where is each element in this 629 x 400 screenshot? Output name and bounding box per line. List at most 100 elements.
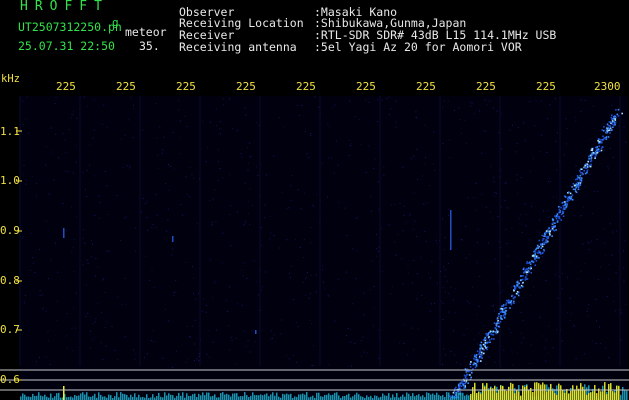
noise-speck [155,103,157,105]
band-bar [146,394,148,400]
noise-speck [476,242,478,243]
noise-speck [172,132,174,134]
noise-speck [202,120,204,122]
trace-pixel [571,198,574,201]
trace-pixel [597,150,599,152]
noise-speck [289,272,290,274]
band-bar [254,395,256,400]
noise-speck [539,219,540,221]
noise-speck [465,142,467,144]
noise-speck [444,100,445,102]
noise-speck [273,334,275,336]
noise-speck [212,297,214,299]
noise-speck [187,358,189,360]
noise-speck [575,165,577,167]
noise-speck [622,250,624,252]
trace-pixel [598,145,601,147]
noise-speck [569,261,571,263]
noise-speck [616,230,618,232]
trace-pixel [546,235,549,238]
noise-speck [92,323,94,324]
noise-speck [87,105,89,107]
noise-speck [347,328,349,329]
noise-speck [286,239,288,241]
trace-pixel [589,165,592,168]
noise-speck [596,191,598,192]
noise-speck [556,329,558,331]
band-bar [346,394,348,400]
noise-speck [165,183,167,185]
noise-speck [305,294,307,296]
noise-speck [232,128,233,130]
trace-pixel [477,360,480,363]
noise-speck [222,177,224,179]
x-tick-label: 225 [416,80,436,93]
noise-speck [432,163,434,165]
noise-speck [582,206,584,208]
band-burst [63,386,65,400]
noise-speck [187,325,189,327]
noise-speck [389,224,391,226]
noise-speck [256,166,258,168]
noise-speck [309,319,311,321]
band-bar [188,395,190,400]
trace-pixel [558,208,561,211]
trace-pixel [516,285,519,287]
band-bar [274,395,276,400]
noise-speck [135,250,137,252]
noise-speck [222,262,224,264]
trace-pixel [537,252,540,254]
noise-speck [605,347,607,349]
noise-speck [86,170,88,172]
noise-speck [584,353,585,355]
trace-pixel [497,325,500,328]
noise-speck [229,349,231,351]
noise-speck [93,337,95,339]
noise-speck [430,277,432,279]
trace-pixel [487,341,490,344]
trace-pixel [610,121,612,123]
trace-pixel [586,163,589,166]
noise-speck [168,164,170,166]
noise-speck [381,99,383,101]
noise-speck [434,169,436,171]
noise-speck [34,272,36,274]
noise-speck [511,351,513,353]
noise-speck [237,211,238,213]
x-tick-label: 225 [296,80,316,93]
noise-speck [184,115,186,117]
noise-speck [173,168,175,170]
noise-speck [310,134,312,136]
noise-speck [82,263,84,265]
noise-speck [133,107,135,109]
trace-pixel [464,376,467,378]
noise-speck [360,143,362,145]
trace-pixel [459,390,461,393]
noise-speck [100,342,102,344]
trace-pixel [576,178,578,180]
band-bar [32,393,34,400]
noise-speck [612,156,614,158]
noise-speck [529,363,531,364]
noise-speck [295,321,297,323]
band-burst [596,393,598,400]
noise-speck [182,214,184,216]
noise-speck [95,318,97,320]
noise-speck [297,189,299,191]
band-bar [432,393,434,400]
noise-speck [424,163,426,165]
noise-speck [216,125,217,127]
trace-pixel [588,155,590,158]
noise-speck [179,120,181,122]
noise-speck [229,174,231,176]
noise-speck [278,247,280,249]
trace-pixel [472,363,475,366]
trace-pixel [572,188,575,191]
trace-pixel [608,121,611,123]
noise-speck [308,157,310,158]
noise-speck [378,357,380,359]
noise-speck [559,160,561,162]
noise-speck [36,361,37,363]
noise-speck [153,286,155,288]
noise-speck [600,266,601,268]
